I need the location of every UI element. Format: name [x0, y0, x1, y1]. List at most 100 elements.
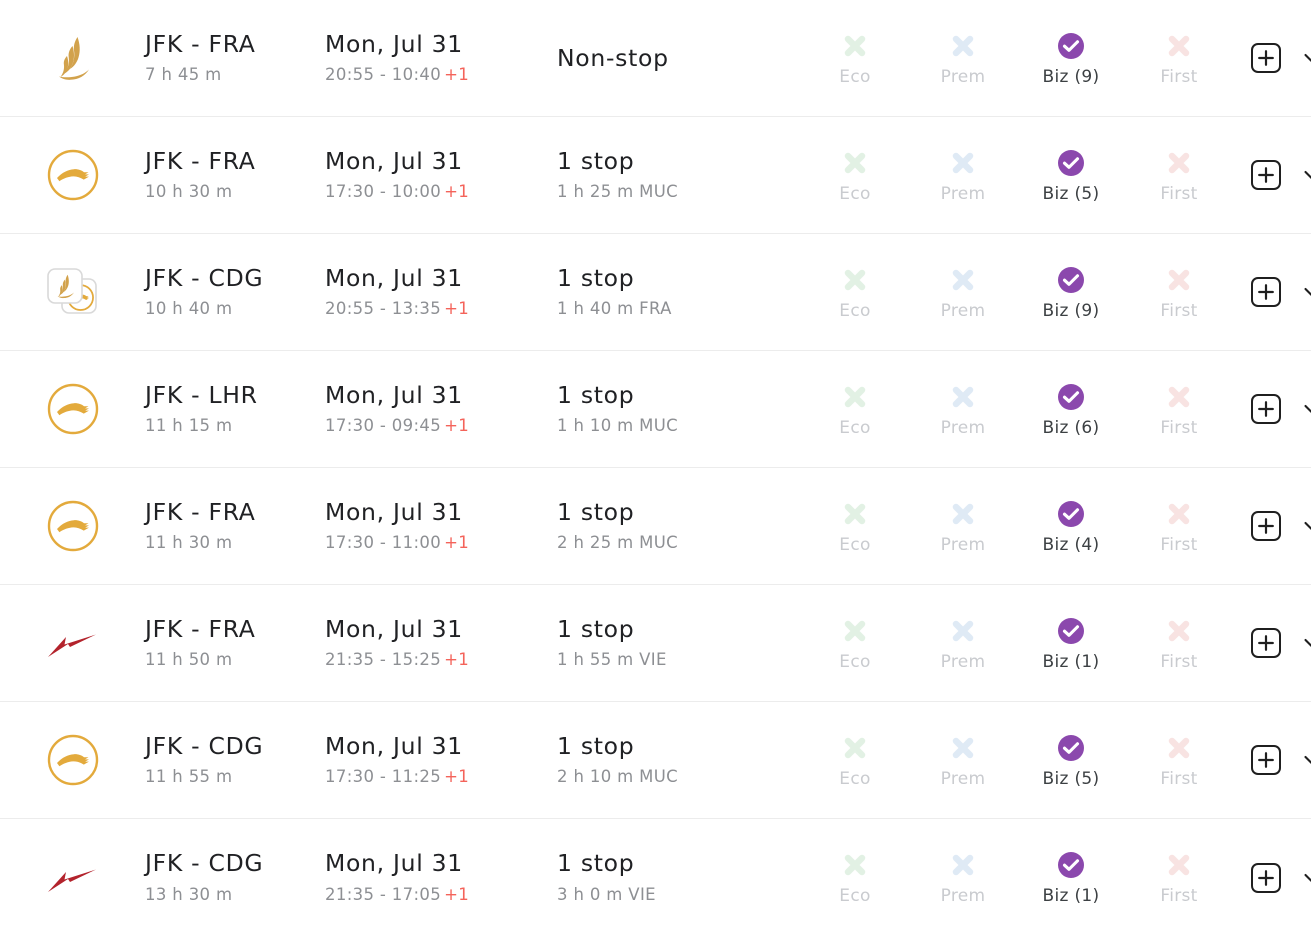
cabin-label-eco: Eco [839, 534, 871, 555]
duration-label: 10 h 30 m [145, 182, 233, 202]
times-row: 20:55 - 13:35 +1 [325, 298, 557, 320]
cabin-option-biz[interactable]: Biz (9) [1017, 264, 1125, 321]
day-offset-label: +1 [444, 650, 470, 670]
departure-cell: Mon, Jul 31 17:30 - 10:00 +1 [325, 147, 557, 204]
add-flight-button[interactable] [1251, 277, 1281, 307]
cabin-option-prem[interactable]: Prem [909, 615, 1017, 672]
airline-logo-cell [0, 612, 145, 674]
flight-row[interactable]: JFK - FRA 11 h 30 m Mon, Jul 31 17:30 - 11:… [0, 468, 1311, 585]
cabin-label-biz: Biz (9) [1042, 300, 1100, 321]
airline-logo-cell [0, 261, 145, 323]
add-flight-button[interactable] [1251, 43, 1281, 73]
duration-label: 7 h 45 m [145, 65, 222, 85]
cabin-label-biz: Biz (5) [1042, 183, 1100, 204]
x-mark-icon [1163, 849, 1195, 881]
flight-row[interactable]: JFK - FRA 10 h 30 m Mon, Jul 31 17:30 - 10:… [0, 117, 1311, 234]
duration-label: 11 h 55 m [145, 767, 233, 787]
cabin-option-first[interactable]: First [1125, 498, 1233, 555]
cabin-availability-group: Eco Prem Biz (1) First [795, 849, 1233, 906]
cabin-option-first[interactable]: First [1125, 615, 1233, 672]
duration-label: 11 h 15 m [145, 416, 233, 436]
cabin-option-biz[interactable]: Biz (5) [1017, 147, 1125, 204]
cabin-label-first: First [1160, 886, 1198, 906]
x-mark-icon [1163, 498, 1195, 530]
times-row: 21:35 - 17:05 +1 [325, 884, 557, 906]
cabin-option-prem[interactable]: Prem [909, 498, 1017, 555]
times-label: 21:35 - 15:25 [325, 650, 442, 670]
add-flight-button[interactable] [1251, 511, 1281, 541]
cabin-label-biz: Biz (5) [1042, 768, 1100, 789]
flight-row[interactable]: JFK - CDG 10 h 40 m Mon, Jul 31 20:55 - 13:… [0, 234, 1311, 351]
cabin-option-first[interactable]: First [1125, 264, 1233, 321]
flight-row[interactable]: JFK - LHR 11 h 15 m Mon, Jul 31 17:30 - 09:… [0, 351, 1311, 468]
cabin-label-eco: Eco [839, 300, 871, 321]
cabin-option-first[interactable]: First [1125, 147, 1233, 204]
x-mark-icon [839, 498, 871, 530]
expand-row-button[interactable] [1297, 277, 1311, 307]
cabin-option-biz[interactable]: Biz (5) [1017, 732, 1125, 789]
cabin-label-prem: Prem [940, 300, 986, 321]
plus-icon [1257, 869, 1275, 887]
expand-row-button[interactable] [1297, 628, 1311, 658]
cabin-option-first[interactable]: First [1125, 732, 1233, 789]
cabin-option-biz[interactable]: Biz (1) [1017, 849, 1125, 906]
cabin-option-biz[interactable]: Biz (6) [1017, 381, 1125, 438]
add-flight-button[interactable] [1251, 394, 1281, 424]
duration-label: 10 h 40 m [145, 299, 233, 319]
flight-row[interactable]: JFK - FRA 7 h 45 m Mon, Jul 31 20:55 - 10:4… [0, 0, 1311, 117]
cabin-option-eco[interactable]: Eco [801, 849, 909, 906]
cabin-option-eco[interactable]: Eco [801, 732, 909, 789]
cabin-option-biz[interactable]: Biz (1) [1017, 615, 1125, 672]
route-cell: JFK - FRA 10 h 30 m [145, 147, 325, 204]
times-row: 17:30 - 10:00 +1 [325, 181, 557, 203]
cabin-option-prem[interactable]: Prem [909, 147, 1017, 204]
times-label: 17:30 - 11:25 [325, 767, 442, 787]
layover-label: 1 h 10 m MUC [557, 416, 679, 436]
row-actions [1233, 43, 1311, 73]
day-offset-label: +1 [444, 533, 470, 553]
add-flight-button[interactable] [1251, 160, 1281, 190]
cabin-option-eco[interactable]: Eco [801, 381, 909, 438]
cabin-option-eco[interactable]: Eco [801, 30, 909, 87]
cabin-option-prem[interactable]: Prem [909, 849, 1017, 906]
cabin-option-eco[interactable]: Eco [801, 264, 909, 321]
expand-row-button[interactable] [1297, 43, 1311, 73]
x-mark-icon [839, 849, 871, 881]
cabin-option-eco[interactable]: Eco [801, 498, 909, 555]
x-mark-icon [839, 615, 871, 647]
expand-row-button[interactable] [1297, 511, 1311, 541]
cabin-option-eco[interactable]: Eco [801, 615, 909, 672]
flight-row[interactable]: JFK - CDG 11 h 55 m Mon, Jul 31 17:30 - 11:… [0, 702, 1311, 819]
cabin-label-eco: Eco [839, 417, 871, 438]
cabin-label-eco: Eco [839, 66, 871, 87]
cabin-option-eco[interactable]: Eco [801, 147, 909, 204]
departure-cell: Mon, Jul 31 20:55 - 10:40 +1 [325, 30, 557, 87]
route-cell: JFK - FRA 7 h 45 m [145, 30, 325, 87]
cabin-option-first[interactable]: First [1125, 381, 1233, 438]
cabin-option-biz[interactable]: Biz (4) [1017, 498, 1125, 555]
cabin-option-prem[interactable]: Prem [909, 732, 1017, 789]
cabin-option-first[interactable]: First [1125, 849, 1233, 906]
cabin-option-prem[interactable]: Prem [909, 264, 1017, 321]
expand-row-button[interactable] [1297, 863, 1311, 893]
stops-label: Non-stop [557, 43, 669, 72]
flight-row[interactable]: JFK - FRA 11 h 50 m Mon, Jul 31 21:35 - 15:… [0, 585, 1311, 702]
cabin-option-biz[interactable]: Biz (9) [1017, 30, 1125, 87]
add-flight-button[interactable] [1251, 862, 1281, 893]
cabin-label-eco: Eco [839, 886, 871, 906]
cabin-option-first[interactable]: First [1125, 30, 1233, 87]
stops-cell: 1 stop 2 h 10 m MUC [557, 732, 795, 789]
flight-row[interactable]: JFK - CDG 13 h 30 m Mon, Jul 31 21:35 - 17:… [0, 819, 1311, 931]
cabin-option-prem[interactable]: Prem [909, 30, 1017, 87]
expand-row-button[interactable] [1297, 745, 1311, 775]
row-actions [1233, 862, 1311, 893]
add-flight-button[interactable] [1251, 628, 1281, 658]
cabin-option-prem[interactable]: Prem [909, 381, 1017, 438]
x-mark-icon [947, 849, 979, 881]
row-actions [1233, 394, 1311, 424]
austrian-airlines-logo [42, 847, 104, 909]
times-label: 17:30 - 09:45 [325, 416, 442, 436]
expand-row-button[interactable] [1297, 160, 1311, 190]
expand-row-button[interactable] [1297, 394, 1311, 424]
add-flight-button[interactable] [1251, 745, 1281, 775]
